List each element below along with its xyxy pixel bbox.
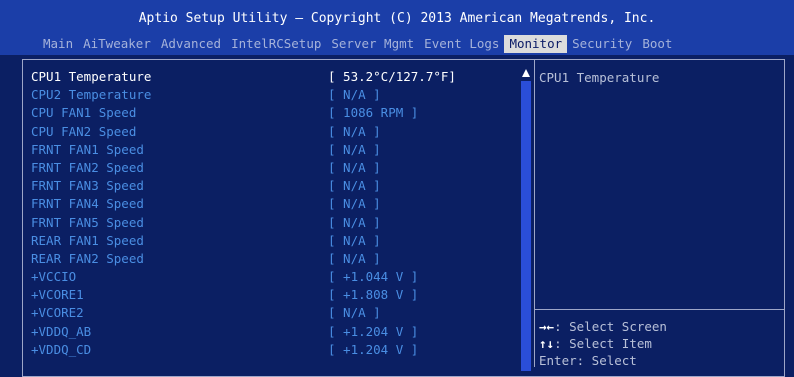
item-value: [ N/A ]	[328, 178, 381, 194]
scroll-up-arrow-icon[interactable]	[522, 69, 530, 77]
arrows-left-right-icon: →←	[539, 319, 555, 334]
scrollbar-thumb[interactable]	[521, 81, 531, 371]
item-label: CPU FAN1 Speed	[31, 105, 137, 121]
tab-main[interactable]: Main	[38, 35, 78, 53]
item-label: FRNT FAN4 Speed	[31, 196, 144, 212]
tab-monitor[interactable]: Monitor	[504, 35, 568, 53]
item-label: CPU2 Temperature	[31, 87, 152, 103]
list-item[interactable]: +VCORE1 [ +1.808 V ]	[31, 286, 511, 304]
item-label: FRNT FAN5 Speed	[31, 214, 144, 230]
item-label: FRNT FAN1 Speed	[31, 141, 144, 157]
item-label: REAR FAN1 Speed	[31, 232, 144, 248]
item-value: [ N/A ]	[328, 141, 381, 157]
list-item[interactable]: FRNT FAN4 Speed [ N/A ]	[31, 195, 511, 213]
key-legend-text: : Select Item	[554, 336, 652, 351]
item-label: +VCCIO	[31, 269, 77, 285]
item-value: [ 53.2°C/127.7°F]	[328, 69, 456, 84]
tab-intelrcsetup[interactable]: IntelRCSetup	[226, 35, 326, 53]
tab-event-logs[interactable]: Event Logs	[419, 35, 504, 53]
arrows-up-down-icon: ↑↓	[539, 336, 555, 351]
item-value: [ N/A ]	[328, 214, 381, 230]
item-value: [ +1.204 V ]	[328, 323, 419, 339]
item-value: [ N/A ]	[328, 123, 381, 139]
list-item[interactable]: +VDDQ_AB [ +1.204 V ]	[31, 323, 511, 341]
list-item[interactable]: +VDDQ_CD [ +1.204 V ]	[31, 341, 511, 359]
item-value: [ N/A ]	[328, 305, 381, 321]
item-label: +VDDQ_CD	[31, 341, 92, 357]
item-value: [ +1.808 V ]	[328, 287, 419, 303]
panel-divider	[534, 59, 535, 367]
title-bar: Aptio Setup Utility – Copyright (C) 2013…	[0, 0, 794, 55]
key-legend-text: : Select Screen	[554, 319, 667, 334]
item-value: [ N/A ]	[328, 196, 381, 212]
list-item[interactable]: +VCCIO [ +1.044 V ]	[31, 268, 511, 286]
item-label: CPU1 Temperature	[31, 69, 152, 84]
item-label: +VDDQ_AB	[31, 323, 92, 339]
key-legend-select-item: ↑↓: Select Item	[539, 335, 667, 352]
list-item[interactable]: FRNT FAN5 Speed [ N/A ]	[31, 214, 511, 232]
item-value: [ +1.204 V ]	[328, 341, 419, 357]
item-label: REAR FAN2 Speed	[31, 250, 144, 266]
item-value: [ N/A ]	[328, 250, 381, 266]
key-legend-text: Enter: Select	[539, 353, 637, 368]
item-label: FRNT FAN3 Speed	[31, 178, 144, 194]
item-label: FRNT FAN2 Speed	[31, 159, 144, 175]
item-label: CPU FAN2 Speed	[31, 123, 137, 139]
tab-security[interactable]: Security	[567, 35, 637, 53]
item-label: +VCORE2	[31, 305, 84, 321]
list-item[interactable]: CPU2 Temperature [ N/A ]	[31, 86, 511, 104]
key-legend-select-screen: →←: Select Screen	[539, 318, 667, 335]
help-description: CPU1 Temperature	[539, 70, 660, 85]
key-legend: →←: Select Screen ↑↓: Select Item Enter:…	[539, 318, 667, 369]
key-legend-enter: Enter: Select	[539, 352, 667, 369]
help-separator	[535, 309, 785, 310]
tab-server-mgmt[interactable]: Server Mgmt	[326, 35, 419, 53]
list-item[interactable]: CPU1 Temperature [ 53.2°C/127.7°F]	[31, 68, 511, 86]
list-item[interactable]: REAR FAN2 Speed [ N/A ]	[31, 250, 511, 268]
tab-advanced[interactable]: Advanced	[156, 35, 226, 53]
list-item[interactable]: FRNT FAN2 Speed [ N/A ]	[31, 159, 511, 177]
window-title: Aptio Setup Utility – Copyright (C) 2013…	[138, 11, 656, 26]
list-item[interactable]: +VCORE2 [ N/A ]	[31, 304, 511, 322]
list-item[interactable]: CPU FAN2 Speed [ N/A ]	[31, 123, 511, 141]
item-value: [ +1.044 V ]	[328, 269, 419, 285]
item-value: [ N/A ]	[328, 232, 381, 248]
list-item[interactable]: FRNT FAN1 Speed [ N/A ]	[31, 141, 511, 159]
item-value: [ N/A ]	[328, 87, 381, 103]
list-item[interactable]: FRNT FAN3 Speed [ N/A ]	[31, 177, 511, 195]
monitor-item-list: CPU1 Temperature [ 53.2°C/127.7°F] CPU2 …	[31, 68, 511, 359]
list-item[interactable]: REAR FAN1 Speed [ N/A ]	[31, 232, 511, 250]
tab-aitweaker[interactable]: AiTweaker	[78, 35, 156, 53]
item-value: [ N/A ]	[328, 159, 381, 175]
list-item[interactable]: CPU FAN1 Speed [ 1086 RPM ]	[31, 104, 511, 122]
item-value: [ 1086 RPM ]	[328, 105, 419, 121]
item-label: +VCORE1	[31, 287, 84, 303]
tab-boot[interactable]: Boot	[637, 35, 677, 53]
tab-bar: Main AiTweaker Advanced IntelRCSetup Ser…	[38, 35, 677, 53]
